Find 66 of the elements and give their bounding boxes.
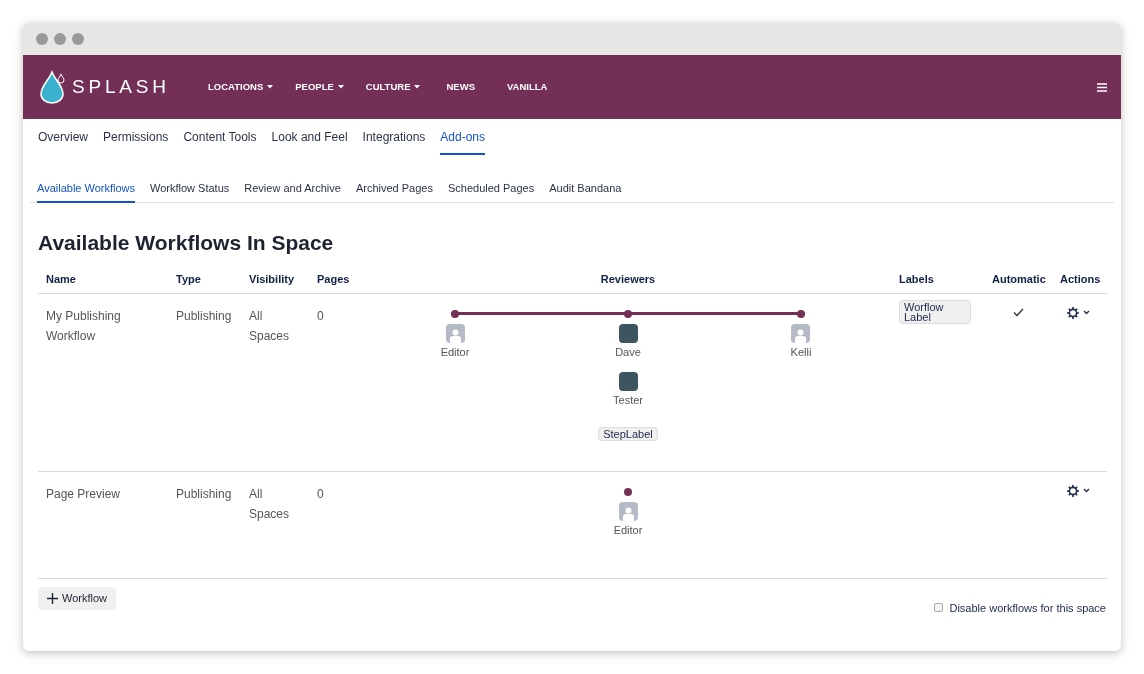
reviewer-name: Editor [440, 344, 470, 360]
chevron-down-icon [1083, 488, 1090, 493]
tab[interactable]: Look and Feel [271, 128, 348, 155]
settings-icon [1067, 484, 1079, 497]
avatar-placeholder-icon [791, 323, 811, 343]
avatar-placeholder-icon [445, 323, 465, 343]
caret-icon [337, 85, 344, 89]
column-header: Automatic [992, 272, 1046, 285]
reviewer-name: Tester [613, 392, 643, 408]
visibility-text: All Spaces [249, 485, 291, 523]
avatar-photo [618, 371, 638, 391]
tab[interactable]: Overview [38, 128, 88, 155]
chevron-down-icon [1083, 310, 1090, 315]
step-label-tag: StepLabel [598, 426, 658, 441]
column-header: Visibility [249, 272, 295, 285]
type-text: Publishing [176, 485, 233, 503]
type-text: Publishing [176, 307, 233, 325]
label-tag: Worflow Label [899, 299, 971, 324]
avatar-placeholder-icon [618, 501, 638, 521]
tab[interactable]: Integrations [362, 128, 426, 155]
nav-link[interactable]: NEWS [446, 79, 475, 95]
reviewer-name: Kelli [790, 344, 812, 360]
subtab[interactable]: Scheduled Pages [447, 180, 535, 203]
column-header: Actions [1060, 272, 1101, 285]
column-header: Type [176, 272, 201, 285]
checkbox-label: Disable workflows for this space [949, 600, 1106, 616]
subtab[interactable]: Workflow Status [150, 180, 230, 203]
avatar-photo [618, 323, 638, 343]
window-control-icon[interactable] [72, 33, 84, 45]
subtab[interactable]: Review and Archive [244, 180, 341, 203]
tab[interactable]: Content Tools [183, 128, 257, 155]
pages-count: 0 [317, 485, 325, 503]
settings-icon [1067, 306, 1079, 319]
column-header: Pages [317, 272, 350, 285]
menu-icon[interactable] [1097, 82, 1107, 92]
add-workflow-button[interactable]: Workflow [38, 586, 117, 610]
caret-icon [267, 85, 274, 89]
column-header: Name [46, 272, 76, 285]
nav-link[interactable]: VANILLA [507, 79, 548, 95]
caret-icon [414, 85, 421, 89]
subtab[interactable]: Archived Pages [355, 180, 433, 203]
subtab[interactable]: Available Workflows [37, 180, 136, 203]
column-header: Reviewers [600, 272, 656, 285]
workflow-name: My Publishing Workflow [46, 307, 122, 345]
checkbox[interactable] [934, 603, 944, 613]
settings-dropdown-button[interactable] [1067, 484, 1090, 497]
nav-link[interactable]: CULTURE [365, 79, 421, 95]
reviewer-name: Dave [615, 344, 641, 360]
tab[interactable]: Add-ons [440, 128, 486, 155]
brand-name: SPLASH [72, 74, 171, 99]
plus-icon [47, 592, 58, 604]
window-control-icon[interactable] [36, 33, 48, 45]
nav-link[interactable]: PEOPLE [295, 79, 344, 95]
reviewer-name: Editor [613, 522, 643, 538]
subtab[interactable]: Audit Bandana [549, 180, 622, 203]
window-control-icon[interactable] [54, 33, 66, 45]
tab[interactable]: Permissions [103, 128, 169, 155]
pages-count: 0 [317, 307, 325, 325]
droplet-logo-icon [39, 70, 67, 104]
page-heading: Available Workflows In Space [38, 230, 335, 256]
column-header: Labels [899, 272, 934, 285]
nav-link[interactable]: LOCATIONS [208, 79, 274, 95]
settings-dropdown-button[interactable] [1067, 306, 1090, 319]
checkmark-icon [1012, 307, 1024, 317]
visibility-text: All Spaces [249, 307, 291, 345]
workflow-name: Page Preview [46, 485, 122, 503]
